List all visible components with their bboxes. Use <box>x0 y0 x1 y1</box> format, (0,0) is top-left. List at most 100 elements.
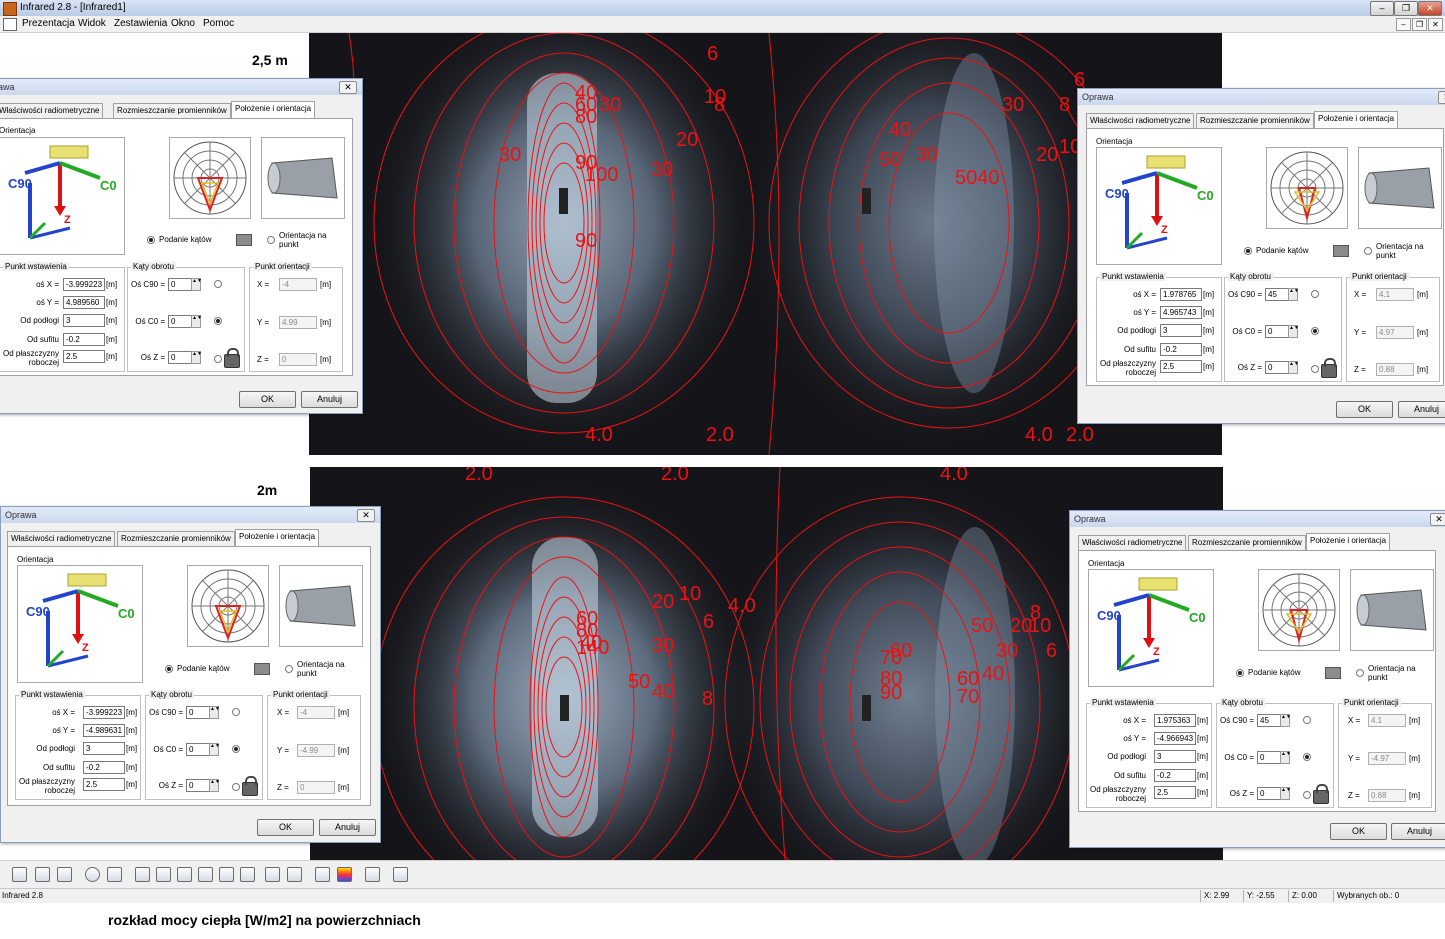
ok-button[interactable]: OK <box>239 391 296 408</box>
tab-position[interactable]: Położenie i orientacja <box>231 101 316 118</box>
c0-radio[interactable] <box>214 317 222 325</box>
tab-distribution[interactable]: Rozmieszczanie promienników <box>1196 113 1314 128</box>
orient-x-input[interactable]: -4 <box>279 278 317 291</box>
z-rot-spinner[interactable]: ▲▼ <box>209 779 220 792</box>
dialog-oprawa-4[interactable]: Oprawa ✕ Właściwości radiometryczne Rozmi… <box>1069 510 1445 848</box>
lock-icon[interactable] <box>1313 784 1329 804</box>
c90-spinner[interactable]: ▲▼ <box>209 706 220 719</box>
tab-distribution[interactable]: Rozmieszczanie promienników <box>113 103 231 118</box>
mdi-restore-button[interactable]: ❐ <box>1412 18 1427 31</box>
z-rot-spinner[interactable]: ▲▼ <box>1288 361 1299 374</box>
radio-angles[interactable] <box>1244 247 1252 255</box>
insert-x-input[interactable]: 1.978765 <box>1160 288 1202 301</box>
ok-button[interactable]: OK <box>1330 823 1387 840</box>
dialog-oprawa-2[interactable]: Oprawa ✕ Właściwości radiometryczne Rozmi… <box>1077 88 1445 424</box>
radio-angles[interactable] <box>165 665 173 673</box>
cube-icon[interactable] <box>198 867 213 882</box>
z-rot-radio[interactable] <box>214 355 222 363</box>
color-swatch[interactable] <box>1333 245 1349 257</box>
orient-x-input[interactable]: 4.1 <box>1368 714 1406 727</box>
dialog-close-button[interactable]: ✕ <box>1438 91 1445 104</box>
orient-x-input[interactable]: -4 <box>297 706 335 719</box>
orient-y-input[interactable]: 4.97 <box>1376 326 1414 339</box>
lock-icon[interactable] <box>1321 358 1337 378</box>
mdi-close-button[interactable]: ✕ <box>1428 18 1443 31</box>
maximize-button[interactable]: ❐ <box>1394 1 1418 16</box>
z-rot-radio[interactable] <box>232 783 240 791</box>
menu-widok[interactable]: Widok <box>78 18 106 29</box>
c90-radio[interactable] <box>232 708 240 716</box>
cube-icon[interactable] <box>287 867 302 882</box>
insert-x-input[interactable]: -3.999223 <box>83 706 125 719</box>
menu-prezentacja[interactable]: Prezentacja <box>22 18 75 29</box>
orient-x-input[interactable]: 4.1 <box>1376 288 1414 301</box>
dialog-close-button[interactable]: ✕ <box>339 81 357 94</box>
floor-input[interactable]: 3 <box>1154 750 1196 763</box>
radio-point[interactable] <box>1364 247 1372 255</box>
cube-icon[interactable] <box>219 867 234 882</box>
plane-input[interactable]: 2.5 <box>1160 360 1202 373</box>
cube-icon[interactable] <box>240 867 255 882</box>
orient-z-input[interactable]: 0 <box>279 353 317 366</box>
box-icon[interactable] <box>365 867 380 882</box>
orient-y-input[interactable]: 4.99 <box>279 316 317 329</box>
tab-radiometric[interactable]: Właściwości radiometryczne <box>1078 535 1187 550</box>
tab-distribution[interactable]: Rozmieszczanie promienników <box>117 531 235 546</box>
close-button[interactable]: ✕ <box>1418 1 1442 16</box>
ok-button[interactable]: OK <box>1336 401 1393 418</box>
c0-spinner[interactable]: ▲▼ <box>209 743 220 756</box>
mdi-minimize-button[interactable]: – <box>1396 18 1411 31</box>
cancel-button[interactable]: Anuluj <box>301 391 358 408</box>
c0-radio[interactable] <box>1303 753 1311 761</box>
cube-icon[interactable] <box>265 867 280 882</box>
floor-input[interactable]: 3 <box>63 314 105 327</box>
dialog-close-button[interactable]: ✕ <box>1430 513 1445 526</box>
radio-angles[interactable] <box>1236 669 1244 677</box>
menu-okno[interactable]: Okno <box>171 18 195 29</box>
insert-x-input[interactable]: -3.999223 <box>63 278 105 291</box>
color-swatch[interactable] <box>1325 667 1341 679</box>
c90-spinner[interactable]: ▲▼ <box>1280 714 1291 727</box>
document-icon[interactable] <box>3 18 17 31</box>
insert-y-input[interactable]: -4.966943 <box>1154 732 1196 745</box>
z-rot-radio[interactable] <box>1303 791 1311 799</box>
tab-position[interactable]: Położenie i orientacja <box>235 529 320 546</box>
ceiling-input[interactable]: -0.2 <box>83 761 125 774</box>
ok-button[interactable]: OK <box>257 819 314 836</box>
plane-input[interactable]: 2.5 <box>63 350 105 363</box>
orient-z-input[interactable]: 0.88 <box>1368 789 1406 802</box>
color-swatch[interactable] <box>236 234 252 246</box>
dialog-oprawa-1[interactable]: Oprawa ✕ Właściwości radiometryczne Rozmi… <box>0 78 363 414</box>
c0-spinner[interactable]: ▲▼ <box>191 315 202 328</box>
print-icon[interactable] <box>57 867 72 882</box>
report-icon[interactable] <box>393 867 408 882</box>
polar-diagram[interactable] <box>169 137 251 219</box>
plane-input[interactable]: 2.5 <box>83 778 125 791</box>
dialog-title-bar[interactable]: Oprawa ✕ <box>0 79 362 95</box>
plane-input[interactable]: 2.5 <box>1154 786 1196 799</box>
ceiling-input[interactable]: -0.2 <box>1154 769 1196 782</box>
polar-diagram[interactable] <box>1258 569 1340 651</box>
view-3d-icon[interactable] <box>315 867 330 882</box>
c90-spinner[interactable]: ▲▼ <box>1288 288 1299 301</box>
orient-y-input[interactable]: -4.97 <box>1368 752 1406 765</box>
tab-position[interactable]: Położenie i orientacja <box>1314 111 1399 128</box>
polar-diagram[interactable] <box>1266 147 1348 229</box>
insert-x-input[interactable]: 1.975363 <box>1154 714 1196 727</box>
radio-point[interactable] <box>1356 669 1364 677</box>
tab-radiometric[interactable]: Właściwości radiometryczne <box>0 103 104 118</box>
target-icon[interactable] <box>85 867 100 882</box>
orient-z-input[interactable]: 0.88 <box>1376 363 1414 376</box>
lock-icon[interactable] <box>224 348 240 368</box>
dialog-oprawa-3[interactable]: Oprawa ✕ Właściwości radiometryczne Rozmi… <box>0 506 381 843</box>
orient-z-input[interactable]: 0 <box>297 781 335 794</box>
menu-pomoc[interactable]: Pomoc <box>203 18 234 29</box>
save-icon[interactable] <box>35 867 50 882</box>
tab-radiometric[interactable]: Właściwości radiometryczne <box>7 531 116 546</box>
open-icon[interactable] <box>12 867 27 882</box>
c90-radio[interactable] <box>214 280 222 288</box>
c0-radio[interactable] <box>232 745 240 753</box>
menu-zestawienia[interactable]: Zestawienia <box>114 18 167 29</box>
radio-angles[interactable] <box>147 236 155 244</box>
insert-y-input[interactable]: 4.965743 <box>1160 306 1202 319</box>
